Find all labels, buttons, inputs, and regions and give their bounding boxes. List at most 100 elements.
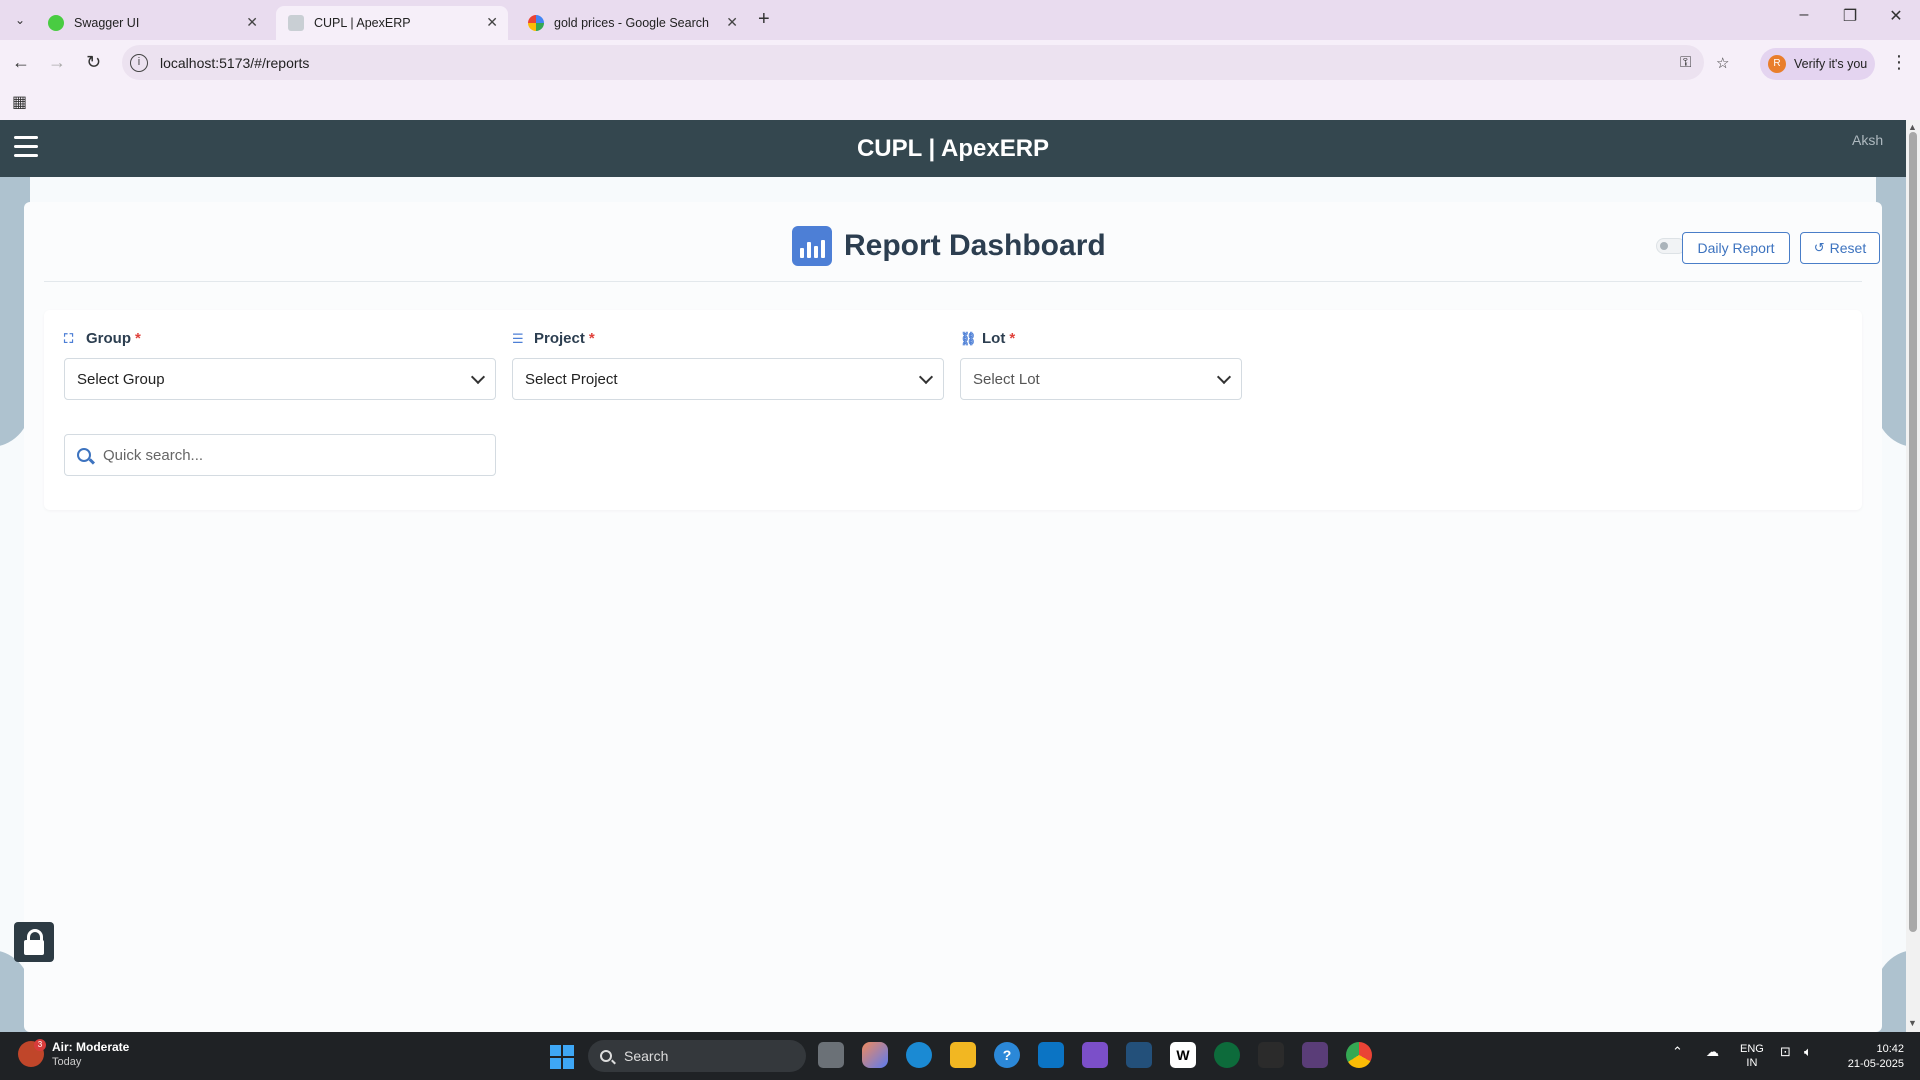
volume-icon[interactable]: 🔈︎	[1804, 1044, 1812, 1060]
network-icon[interactable]: ⊡	[1780, 1044, 1791, 1060]
filter-card: ⛶ Group * Select Group ☰ Project * Selec…	[44, 310, 1862, 510]
notion-icon[interactable]: W	[1170, 1042, 1196, 1068]
required-asterisk: *	[1009, 330, 1016, 347]
forward-arrow-icon[interactable]: →	[48, 52, 66, 73]
restore-icon[interactable]: ❐	[1830, 6, 1870, 26]
verify-label: Verify it's you	[1794, 57, 1868, 71]
required-asterisk: *	[588, 330, 595, 347]
page-scrollbar[interactable]: ▲ ▼	[1906, 120, 1920, 1032]
group-icon: ⛶	[64, 330, 74, 346]
help-icon[interactable]: ?	[994, 1042, 1020, 1068]
tab-swagger-ui[interactable]: Swagger UI ✕	[36, 6, 268, 40]
daily-report-button[interactable]: Daily Report	[1682, 232, 1790, 264]
url-text[interactable]: localhost:5173/#/reports	[160, 55, 309, 71]
weather-icon: 3	[18, 1039, 46, 1067]
system-clock[interactable]: 10:42 21-05-2025	[1836, 1042, 1904, 1072]
list-icon: ☰	[512, 330, 524, 346]
swagger-favicon-icon	[48, 15, 64, 31]
weather-subtitle: Today	[52, 1056, 82, 1068]
quick-search-input[interactable]	[103, 446, 483, 464]
hamburger-menu-icon[interactable]	[14, 136, 38, 158]
tab-close-icon[interactable]: ✕	[246, 14, 258, 31]
onedrive-icon[interactable]: ☁	[1706, 1044, 1719, 1060]
scrollbar-thumb[interactable]	[1909, 132, 1917, 932]
reset-label: Reset	[1829, 240, 1867, 256]
tab-close-icon[interactable]: ✕	[726, 14, 738, 31]
lock-icon[interactable]	[14, 922, 54, 962]
window-close-icon[interactable]: ✕	[1876, 6, 1916, 26]
show-hidden-icons-chevron-icon[interactable]: ⌃	[1672, 1044, 1683, 1060]
apps-grid-icon[interactable]: ▦	[12, 92, 27, 112]
windows-taskbar: 3 Air: Moderate Today Search ? W ⌃ ☁ ENG…	[0, 1032, 1920, 1080]
google-favicon-icon	[528, 15, 544, 31]
app-header: CUPL | ApexERP Aksh	[0, 120, 1906, 177]
password-key-icon[interactable]: ⚿	[1680, 54, 1691, 71]
page-title-text: Report Dashboard	[844, 229, 1106, 262]
scroll-down-icon[interactable]: ▼	[1908, 1018, 1917, 1028]
weather-title: Air: Moderate	[52, 1040, 130, 1054]
taskbar-search-label: Search	[624, 1048, 669, 1064]
tab-close-icon[interactable]: ✕	[486, 14, 498, 31]
report-dashboard-panel: Report Dashboard Daily Report ↺ Reset ⛶ …	[24, 202, 1882, 1032]
group-field-label: ⛶ Group *	[64, 330, 141, 347]
verify-profile-button[interactable]: R Verify it's you	[1760, 48, 1875, 80]
tab-gold-prices[interactable]: gold prices - Google Search ✕	[516, 6, 748, 40]
region-code: IN	[1746, 1057, 1758, 1069]
weather-badge: 3	[34, 1039, 46, 1051]
tab-title: Swagger UI	[74, 16, 140, 30]
toggle-knob	[1660, 242, 1668, 250]
minimize-icon[interactable]: –	[1784, 6, 1824, 24]
site-info-icon[interactable]: i	[130, 53, 148, 72]
language-code: ENG	[1740, 1043, 1764, 1055]
edge-browser-icon[interactable]	[906, 1042, 932, 1068]
page-favicon-icon	[288, 15, 304, 31]
project-field-label: ☰ Project *	[512, 330, 595, 347]
project-label-text: Project	[534, 330, 585, 347]
copilot-icon[interactable]	[862, 1042, 888, 1068]
mongodb-compass-icon[interactable]	[1214, 1042, 1240, 1068]
scroll-up-icon[interactable]: ▲	[1908, 122, 1917, 132]
lot-label-text: Lot	[982, 330, 1006, 347]
project-select[interactable]: Select Project	[512, 358, 944, 400]
chrome-icon[interactable]	[1346, 1042, 1372, 1068]
group-select[interactable]: Select Group	[64, 358, 496, 400]
lot-field-label: ⛓ Lot *	[960, 330, 1015, 347]
visual-studio-icon[interactable]	[1082, 1042, 1108, 1068]
dashboard-title-row: Report Dashboard Daily Report ↺ Reset	[44, 202, 1880, 282]
cursor-app-icon[interactable]	[1258, 1042, 1284, 1068]
profile-avatar: R	[1768, 55, 1786, 73]
taskbar-search-box[interactable]: Search	[588, 1040, 806, 1072]
hierarchy-icon: ⛓	[960, 330, 977, 346]
task-view-icon[interactable]	[818, 1042, 844, 1068]
chevron-down-icon	[918, 369, 934, 384]
tab-title: gold prices - Google Search	[554, 16, 709, 30]
file-explorer-icon[interactable]	[950, 1042, 976, 1068]
reload-icon[interactable]: ↻	[86, 52, 101, 73]
terminal-icon[interactable]	[1302, 1042, 1328, 1068]
language-indicator[interactable]: ENG IN	[1740, 1042, 1764, 1070]
quick-search-box[interactable]	[64, 434, 496, 476]
new-tab-plus-icon[interactable]: +	[758, 8, 770, 31]
avatar-alt-text: Aksh	[1852, 132, 1884, 148]
user-avatar[interactable]: Aksh	[1852, 132, 1888, 168]
tab-search-chevron-icon[interactable]: ⌄	[8, 8, 32, 32]
windows-start-icon[interactable]	[550, 1045, 574, 1069]
bookmark-star-icon[interactable]: ☆	[1716, 54, 1729, 72]
vscode-icon[interactable]	[1038, 1042, 1064, 1068]
browser-menu-icon[interactable]: ⋮	[1890, 52, 1908, 73]
project-select-value: Select Project	[525, 370, 618, 388]
mysql-workbench-icon[interactable]	[1126, 1042, 1152, 1068]
browser-tab-strip: ⌄ Swagger UI ✕ CUPL | ApexERP ✕ gold pri…	[0, 0, 1920, 40]
page-title: Report Dashboard	[792, 226, 1106, 266]
reset-undo-icon: ↺	[1813, 240, 1825, 255]
lot-select[interactable]: Select Lot	[960, 358, 1242, 400]
address-bar[interactable]: i localhost:5173/#/reports	[122, 45, 1704, 80]
bookmarks-bar: ▦	[0, 86, 1920, 120]
reset-button[interactable]: ↺ Reset	[1800, 232, 1880, 264]
group-select-value: Select Group	[77, 370, 165, 388]
tab-cupl-apexerp[interactable]: CUPL | ApexERP ✕	[276, 6, 508, 40]
back-arrow-icon[interactable]: ←	[12, 52, 30, 73]
chevron-down-icon	[1216, 369, 1232, 384]
weather-widget[interactable]: 3 Air: Moderate Today	[18, 1039, 130, 1068]
app-viewport: CUPL | ApexERP Aksh Report Dashboard Dai…	[0, 120, 1906, 1032]
